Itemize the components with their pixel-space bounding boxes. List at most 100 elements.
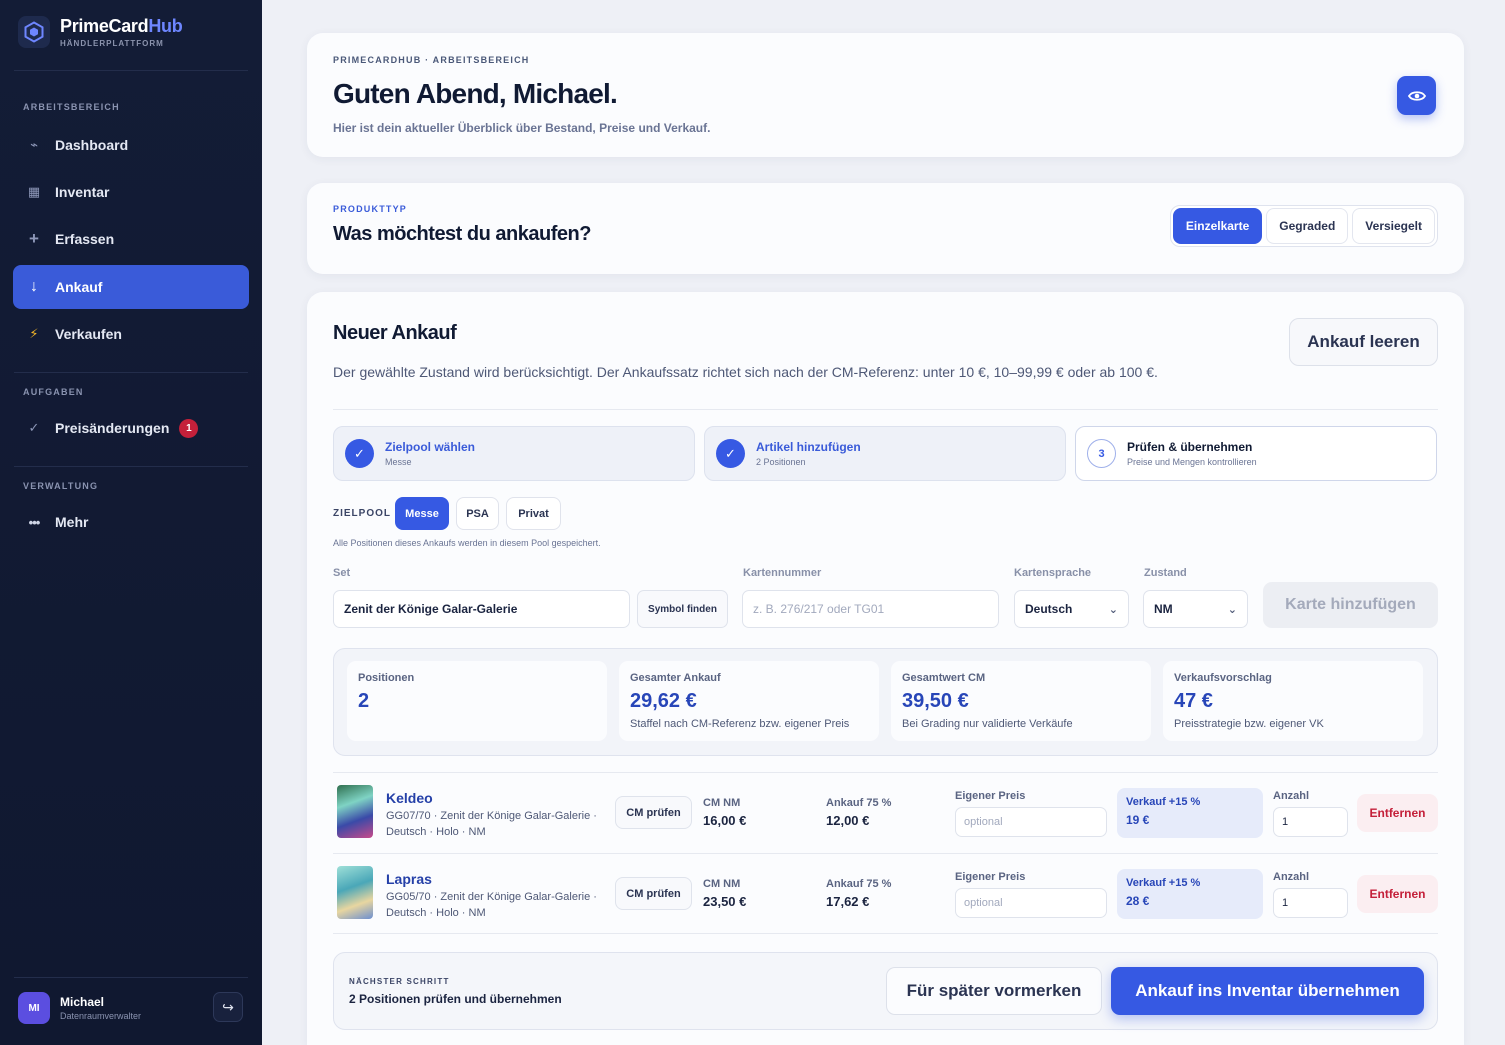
clear-purchase-button[interactable]: Ankauf leeren [1289,318,1438,366]
own-price-label: Eigener Preis [955,790,1026,802]
sell-price: Verkauf +15 % 19 € [1117,788,1263,838]
remove-button[interactable]: Entfernen [1357,794,1438,832]
sell-value: 28 € [1126,894,1150,908]
sell-label: Verkauf +15 % [1126,877,1201,889]
brand[interactable]: PrimeCardHub HÄNDLERPLATTFORM [18,16,183,48]
step-zielpool[interactable]: ✓ Zielpool wählen Messe [333,426,695,481]
user-role: Datenraumverwalter [60,1011,142,1021]
language-label: Kartensprache [1014,567,1092,579]
quantity: Anzahl 1 [1273,871,1348,918]
stat-value: 47 € [1174,690,1213,712]
condition-value: NM [1154,602,1173,616]
card-name[interactable]: Keldeo [386,790,433,806]
notification-badge: 1 [179,418,199,438]
card-meta-line: Deutsch · Holo · NM [386,826,486,838]
visibility-toggle-button[interactable] [1397,76,1436,115]
buy-label: Ankauf 75 % [826,797,892,809]
sidebar-item-verkaufen[interactable]: ⚡ Verkaufen [13,312,249,356]
arrow-down-icon: ↓ [30,278,38,295]
divider [14,466,248,467]
hexagon-logo-icon [18,16,50,48]
sidebar-item-dashboard[interactable]: ⌁ Dashboard [13,123,249,167]
sidebar-item-inventar[interactable]: ▦ Inventar [13,170,249,214]
step-artikel[interactable]: ✓ Artikel hinzufügen 2 Positionen [704,426,1066,481]
cm-label: CM NM [703,797,741,809]
plus-icon: + [29,229,39,248]
set-input[interactable]: Zenit der Könige Galar-Galerie [333,590,630,628]
page-subtitle: Hier ist dein aktueller Überblick über B… [333,121,711,135]
quantity-label: Anzahl [1273,871,1310,883]
check-icon: ✓ [716,439,745,468]
own-price-input[interactable]: optional [955,888,1107,918]
own-price-input[interactable]: optional [955,807,1107,837]
sidebar-item-ankauf[interactable]: ↓ Ankauf [13,265,249,309]
step-subtitle: 2 Positionen [756,457,806,467]
section-admin: VERWALTUNG [23,481,99,491]
sell-value: 19 € [1126,813,1150,827]
eye-icon [1407,90,1426,101]
sidebar: PrimeCardHub HÄNDLERPLATTFORM ARBEITSBER… [0,0,262,1045]
commit-to-inventory-button[interactable]: Ankauf ins Inventar übernehmen [1111,967,1424,1015]
quantity-label: Anzahl [1273,790,1310,802]
summary-stats: Positionen 2 Gesamter Ankauf 29,62 € Sta… [333,648,1438,756]
sidebar-item-label: Erfassen [55,231,115,247]
header-kicker: PRIMECARDHUB · ARBEITSBEREICH [333,55,530,65]
stat-label: Positionen [358,672,415,684]
pool-privat[interactable]: Privat [506,497,561,530]
pool-messe[interactable]: Messe [395,497,449,530]
user-name: Michael [60,995,105,1009]
card-name[interactable]: Lapras [386,871,432,887]
step-title: Zielpool wählen [385,440,476,454]
add-card-button[interactable]: Karte hinzufügen [1263,582,1438,628]
logout-button[interactable]: ↪ [213,992,243,1022]
cm-check-button[interactable]: CM prüfen [615,796,692,829]
remove-button[interactable]: Entfernen [1357,875,1438,913]
sell-price: Verkauf +15 % 28 € [1117,869,1263,919]
language-value: Deutsch [1025,602,1073,616]
condition-select[interactable]: NM ⌄ [1143,590,1248,628]
option-versiegelt[interactable]: Versiegelt [1352,208,1435,244]
set-label: Set [333,567,351,579]
stat-value: 29,62 € [630,690,697,712]
card-number-input[interactable]: z. B. 276/217 oder TG01 [742,590,999,628]
find-symbol-button[interactable]: Symbol finden [637,590,728,628]
sidebar-item-erfassen[interactable]: + Erfassen [13,217,249,261]
step-pruefen[interactable]: 3 Prüfen & übernehmen Preise und Mengen … [1075,426,1437,481]
save-for-later-button[interactable]: Für später vormerken [886,967,1102,1015]
sidebar-item-mehr[interactable]: ••• Mehr [13,500,249,544]
sidebar-item-label: Preisänderungen [55,420,170,436]
step-title: Prüfen & übernehmen [1127,440,1253,454]
quantity-input[interactable]: 1 [1273,888,1348,918]
brand-subtitle: HÄNDLERPLATTFORM [60,39,164,48]
user-profile[interactable]: MI Michael Datenraumverwalter [18,992,141,1024]
option-einzelkarte[interactable]: Einzelkarte [1172,208,1263,244]
table-row: Lapras GG05/70 · Zenit der Könige Galar-… [333,853,1438,933]
purchase-description: Der gewählte Zustand wird berücksichtigt… [333,364,1158,380]
option-gegraded[interactable]: Gegraded [1266,208,1349,244]
cm-check-button[interactable]: CM prüfen [615,877,692,910]
buy-price: Ankauf 75 % 12,00 € [826,797,891,828]
step-title: Artikel hinzufügen [756,440,861,454]
sidebar-item-label: Verkaufen [55,326,122,342]
stat-value: 2 [358,690,370,712]
more-dots-icon: ••• [28,514,41,530]
stat-note: Staffel nach CM-Referenz bzw. eigener Pr… [630,718,850,730]
cm-label: CM NM [703,878,741,890]
cm-value: 16,00 € [703,813,747,828]
sidebar-item-preisaenderungen[interactable]: ✓ Preisänderungen 1 [13,406,249,450]
chevron-down-icon: ⌄ [1227,603,1237,616]
stat-label: Gesamtwert CM [902,672,986,684]
pool-psa[interactable]: PSA [456,497,499,530]
buy-value: 17,62 € [826,894,870,909]
divider [14,70,248,71]
own-price-label: Eigener Preis [955,871,1026,883]
activity-icon: ⌁ [30,137,38,152]
step-subtitle: Preise und Mengen kontrollieren [1127,457,1257,467]
language-select[interactable]: Deutsch ⌄ [1014,590,1129,628]
section-tasks: AUFGABEN [23,387,84,397]
grid-icon: ▦ [27,184,41,199]
quantity-input[interactable]: 1 [1273,807,1348,837]
sidebar-item-label: Mehr [55,514,89,530]
product-type-selector: Einzelkarte Gegraded Versiegelt [1169,205,1438,247]
avatar: MI [18,992,50,1024]
